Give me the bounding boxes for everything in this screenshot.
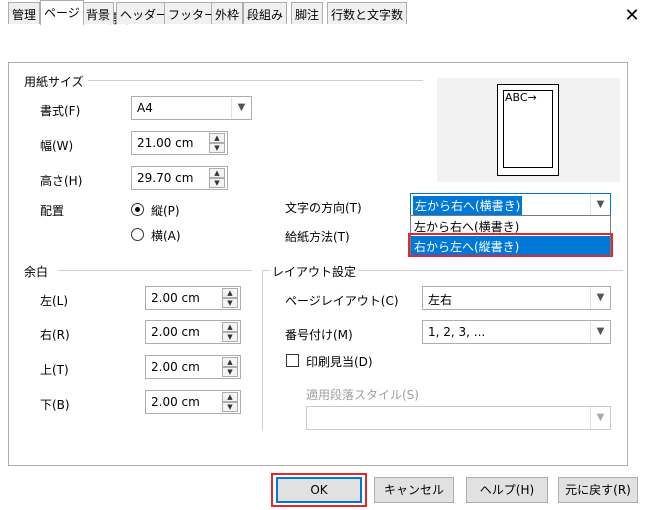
width-value: 21.00 cm: [137, 136, 194, 150]
spin-down-icon[interactable]: ▼: [222, 402, 238, 412]
top-margin-label: 上(T): [40, 363, 69, 377]
highlight-box-rtl: [408, 233, 613, 257]
width-spinner[interactable]: 21.00 cm ▲ ▼: [131, 131, 228, 155]
format-label: 書式(F): [40, 104, 81, 118]
spin-down-icon[interactable]: ▼: [209, 178, 225, 188]
help-button[interactable]: ヘルプ(H): [466, 477, 548, 503]
page-layout-value: 左右: [428, 293, 453, 307]
numbering-value: 1, 2, 3, ...: [428, 325, 486, 339]
preview-text: ABC→: [505, 91, 537, 104]
text-direction-select[interactable]: 左から右へ(横書き) ▼: [410, 193, 611, 217]
numbering-label: 番号付け(M): [285, 328, 353, 342]
spin-up-icon[interactable]: ▲: [222, 357, 238, 367]
numbering-select[interactable]: 1, 2, 3, ... ▼: [422, 320, 611, 344]
height-label: 高さ(H): [40, 174, 83, 188]
layout-group-title: レイアウト設定: [270, 263, 359, 280]
tab-background[interactable]: 背景: [82, 2, 115, 24]
height-spinner[interactable]: 29.70 cm ▲ ▼: [131, 166, 228, 190]
paper-group-line: [88, 80, 423, 81]
orientation-label: 配置: [40, 204, 65, 218]
paper-tray-label: 給紙方法(T): [285, 230, 350, 244]
reset-button[interactable]: 元に戻す(R): [558, 477, 638, 503]
spin-up-icon[interactable]: ▲: [222, 322, 238, 332]
tab-text-grid[interactable]: 行数と文字数: [327, 2, 408, 24]
spin-down-icon[interactable]: ▼: [222, 332, 238, 342]
top-margin-spinner[interactable]: 2.00 cm ▲ ▼: [145, 355, 241, 379]
landscape-label[interactable]: 横(A): [151, 227, 181, 244]
chevron-down-icon[interactable]: ▼: [590, 287, 610, 309]
close-icon[interactable]: ✕: [618, 2, 646, 30]
paragraph-style-label: 適用段落スタイル(S): [306, 388, 419, 402]
left-margin-spinner[interactable]: 2.00 cm ▲ ▼: [145, 286, 241, 310]
width-label: 幅(W): [40, 139, 74, 153]
tab-borders[interactable]: 外枠: [211, 2, 244, 24]
ok-button[interactable]: OK: [276, 477, 362, 503]
right-margin-label: 右(R): [40, 328, 70, 342]
spin-down-icon[interactable]: ▼: [222, 298, 238, 308]
format-value: A4: [137, 101, 153, 115]
portrait-label[interactable]: 縦(P): [151, 202, 180, 219]
layout-group-line: [355, 270, 623, 271]
chevron-down-icon: ▼: [590, 407, 610, 429]
height-value: 29.70 cm: [137, 171, 194, 185]
text-direction-value: 左から右へ(横書き): [413, 196, 523, 215]
page-layout-label: ページレイアウト(C): [285, 294, 399, 308]
bottom-margin-spinner[interactable]: 2.00 cm ▲ ▼: [145, 390, 241, 414]
layout-group-line-lead: [262, 270, 270, 271]
register-true-checkbox[interactable]: [286, 354, 299, 367]
bottom-margin-value: 2.00 cm: [151, 395, 200, 409]
text-direction-label: 文字の方向(T): [285, 201, 362, 215]
page-layout-select[interactable]: 左右 ▼: [422, 286, 611, 310]
top-margin-value: 2.00 cm: [151, 360, 200, 374]
cancel-button[interactable]: キャンセル: [374, 477, 454, 503]
chevron-down-icon[interactable]: ▼: [231, 97, 251, 119]
tab-footnote[interactable]: 脚注: [291, 2, 324, 24]
landscape-radio[interactable]: [131, 228, 144, 241]
right-margin-value: 2.00 cm: [151, 325, 200, 339]
paragraph-style-select[interactable]: ▼: [306, 406, 611, 430]
chevron-down-icon[interactable]: ▼: [590, 194, 610, 216]
register-true-label[interactable]: 印刷見当(D): [306, 353, 373, 370]
tab-organizer[interactable]: 管理: [8, 2, 41, 24]
left-margin-value: 2.00 cm: [151, 291, 200, 305]
format-select[interactable]: A4 ▼: [131, 96, 252, 120]
left-margin-label: 左(L): [40, 294, 69, 308]
spin-up-icon[interactable]: ▲: [222, 288, 238, 298]
tab-page[interactable]: ページ: [40, 0, 84, 25]
tab-columns[interactable]: 段組み: [243, 2, 288, 24]
margins-group-line: [58, 270, 252, 271]
portrait-radio[interactable]: [131, 203, 144, 216]
layout-group-left-line: [262, 270, 263, 430]
margins-group-title: 余白: [22, 263, 51, 280]
spin-up-icon[interactable]: ▲: [209, 168, 225, 178]
spin-up-icon[interactable]: ▲: [222, 392, 238, 402]
spin-down-icon[interactable]: ▼: [222, 367, 238, 377]
spin-up-icon[interactable]: ▲: [209, 133, 225, 143]
spin-down-icon[interactable]: ▼: [209, 143, 225, 153]
right-margin-spinner[interactable]: 2.00 cm ▲ ▼: [145, 320, 241, 344]
bottom-margin-label: 下(B): [40, 398, 70, 412]
paper-group-title: 用紙サイズ: [22, 73, 86, 90]
chevron-down-icon[interactable]: ▼: [590, 321, 610, 343]
